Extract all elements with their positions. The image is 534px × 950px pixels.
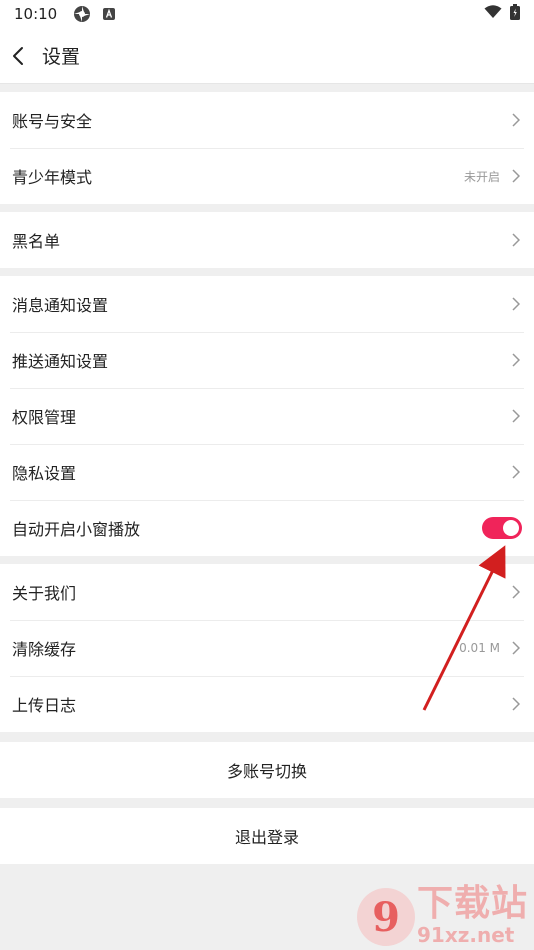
settings-group-account: 账号与安全 青少年模式 未开启	[0, 92, 534, 204]
setting-label: 黑名单	[12, 232, 61, 251]
page-title: 设置	[42, 46, 81, 68]
chevron-right-icon	[512, 297, 522, 311]
chevron-right-icon	[512, 585, 522, 599]
battery-icon	[510, 4, 520, 24]
logout-button[interactable]: 退出登录	[0, 808, 534, 864]
pinwheel-icon	[73, 5, 91, 23]
setting-blacklist[interactable]: 黑名单	[0, 212, 534, 268]
setting-label: 上传日志	[12, 696, 77, 715]
a-badge-icon	[103, 8, 116, 20]
back-arrow-icon[interactable]	[12, 44, 32, 68]
setting-about-us[interactable]: 关于我们	[0, 564, 534, 620]
setting-label: 消息通知设置	[12, 296, 109, 315]
watermark-title: 下载站	[416, 883, 528, 924]
setting-label: 清除缓存	[12, 640, 77, 659]
switch-account-button[interactable]: 多账号切换	[0, 742, 534, 798]
setting-value: 0.01 M	[459, 641, 500, 655]
chevron-right-icon	[512, 353, 522, 367]
settings-group-blacklist: 黑名单	[0, 212, 534, 268]
watermark-logo: 9	[356, 888, 415, 946]
setting-push-notifications[interactable]: 推送通知设置	[0, 332, 534, 388]
wifi-icon	[484, 5, 502, 23]
setting-message-notifications[interactable]: 消息通知设置	[0, 276, 534, 332]
setting-label: 推送通知设置	[12, 352, 109, 371]
setting-label: 青少年模式	[12, 168, 93, 187]
setting-label: 自动开启小窗播放	[12, 520, 141, 539]
chevron-right-icon	[512, 169, 522, 183]
settings-group-misc: 关于我们 清除缓存 0.01 M 上传日志	[0, 564, 534, 732]
top-bar: 设置	[0, 28, 534, 84]
setting-upload-log[interactable]: 上传日志	[0, 676, 534, 732]
setting-value: 未开启	[463, 169, 500, 184]
status-time: 10:10	[14, 5, 58, 23]
setting-youth-mode[interactable]: 青少年模式 未开启	[0, 148, 534, 204]
setting-account-security[interactable]: 账号与安全	[0, 92, 534, 148]
chevron-right-icon	[512, 641, 522, 655]
chevron-right-icon	[512, 697, 522, 711]
setting-label: 隐私设置	[12, 464, 77, 483]
watermark: 9 下载站 91xz.net	[356, 883, 528, 947]
status-bar: 10:10	[0, 0, 534, 28]
auto-mini-window-toggle[interactable]	[482, 517, 522, 539]
watermark-text: 下载站 91xz.net	[416, 883, 528, 947]
setting-privacy[interactable]: 隐私设置	[0, 444, 534, 500]
setting-clear-cache[interactable]: 清除缓存 0.01 M	[0, 620, 534, 676]
setting-permissions[interactable]: 权限管理	[0, 388, 534, 444]
chevron-right-icon	[512, 465, 522, 479]
settings-group-notifications: 消息通知设置 推送通知设置 权限管理 隐私设置 自动开启小窗播放	[0, 276, 534, 556]
setting-label: 账号与安全	[12, 112, 93, 131]
chevron-right-icon	[512, 113, 522, 127]
chevron-right-icon	[512, 233, 522, 247]
setting-label: 关于我们	[12, 584, 77, 603]
setting-auto-mini-window: 自动开启小窗播放	[0, 500, 534, 556]
setting-label: 权限管理	[12, 408, 77, 427]
chevron-right-icon	[512, 409, 522, 423]
watermark-url: 91xz.net	[416, 923, 515, 947]
toggle-knob	[503, 520, 519, 536]
